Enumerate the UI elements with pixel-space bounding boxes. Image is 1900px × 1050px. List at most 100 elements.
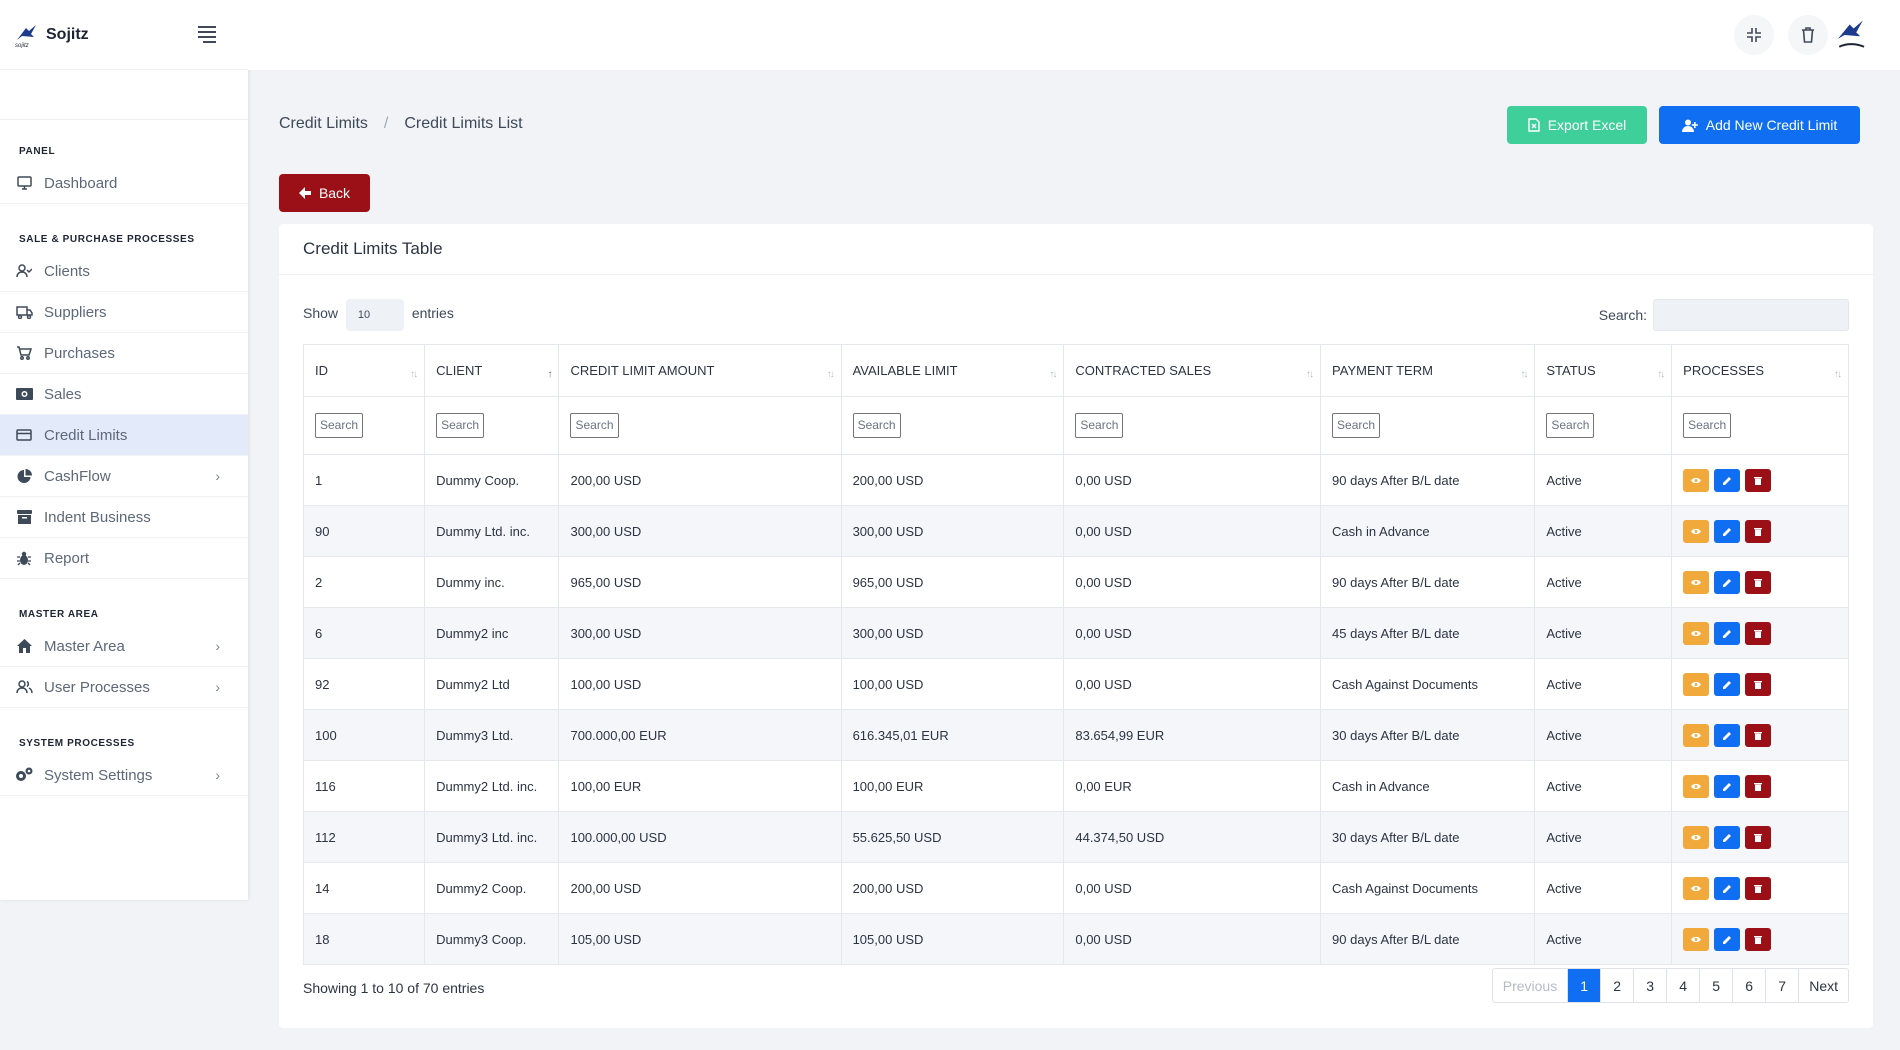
cell-status: Active [1534, 862, 1673, 914]
cell-id: 92 [302, 658, 426, 710]
delete-button[interactable] [1745, 825, 1772, 849]
sidebar-item-dashboard[interactable]: Dashboard [0, 163, 248, 204]
edit-button[interactable] [1714, 876, 1741, 900]
view-button[interactable] [1683, 825, 1710, 849]
column-search-input[interactable]: Search [1075, 413, 1124, 438]
cell-available-limit: 105,00 USD [840, 913, 1065, 965]
cell-processes [1671, 505, 1849, 557]
edit-button[interactable] [1714, 672, 1741, 696]
column-filter-cell: Search [302, 396, 426, 455]
row-actions [1683, 774, 1837, 798]
column-header-contracted-sales[interactable]: CONTRACTED SALES ↑↓ [1063, 344, 1322, 397]
delete-button[interactable] [1745, 672, 1772, 696]
edit-button[interactable] [1714, 927, 1741, 951]
view-button[interactable] [1683, 774, 1710, 798]
sidebar-item-purchases[interactable]: Purchases [0, 333, 248, 374]
column-search-input[interactable]: Search [1546, 413, 1595, 438]
delete-button[interactable] [1745, 723, 1772, 747]
menu-toggle-icon[interactable] [196, 24, 218, 45]
view-button[interactable] [1683, 876, 1710, 900]
delete-button[interactable] [1745, 519, 1772, 543]
money-icon [14, 384, 34, 404]
sidebar-spacer [0, 70, 248, 120]
clear-cache-button[interactable] [1788, 15, 1828, 55]
user-avatar[interactable] [1830, 14, 1872, 56]
column-header-credit-limit-amount[interactable]: CREDIT LIMIT AMOUNT ↑↓ [558, 344, 842, 397]
column-search-input[interactable]: Search [570, 413, 619, 438]
add-credit-limit-button[interactable]: Add New Credit Limit [1659, 106, 1860, 144]
edit-button[interactable] [1714, 774, 1741, 798]
page-5-button[interactable]: 5 [1699, 969, 1732, 1002]
delete-button[interactable] [1745, 876, 1772, 900]
view-button[interactable] [1683, 672, 1710, 696]
page-1-button[interactable]: 1 [1567, 969, 1601, 1002]
page-next-button[interactable]: Next [1798, 969, 1848, 1002]
delete-button[interactable] [1745, 774, 1772, 798]
cell-client: Dummy2 Coop. [424, 862, 560, 914]
eye-icon [1691, 936, 1702, 942]
cell-payment-term: Cash Against Documents [1320, 658, 1536, 710]
edit-button[interactable] [1714, 723, 1741, 747]
cell-status: Active [1534, 658, 1673, 710]
sidebar-item-report[interactable]: Report [0, 538, 248, 579]
edit-button[interactable] [1714, 570, 1741, 594]
column-header-processes[interactable]: PROCESSES ↑↓ [1671, 344, 1849, 397]
view-button[interactable] [1683, 723, 1710, 747]
edit-button[interactable] [1714, 825, 1741, 849]
sidebar-item-credit-limits[interactable]: Credit Limits [0, 415, 248, 456]
page-2-button[interactable]: 2 [1600, 969, 1633, 1002]
column-search-input[interactable]: Search [1683, 413, 1732, 438]
delete-button[interactable] [1745, 570, 1772, 594]
column-search-input[interactable]: Search [1332, 413, 1381, 438]
chevron-right-icon: › [215, 767, 220, 783]
breadcrumb-item-credit-limits[interactable]: Credit Limits [279, 115, 368, 133]
column-header-client[interactable]: CLIENT ↑ [424, 344, 560, 397]
sort-icon: ↑↓ [1657, 369, 1665, 380]
view-button[interactable] [1683, 621, 1710, 645]
trash-icon [1754, 731, 1763, 740]
edit-button[interactable] [1714, 468, 1741, 492]
sidebar-item-clients[interactable]: Clients [0, 251, 248, 292]
fullscreen-exit-button[interactable] [1734, 15, 1774, 55]
column-search-input[interactable]: Search [436, 413, 485, 438]
page-6-button[interactable]: 6 [1732, 969, 1765, 1002]
page-3-button[interactable]: 3 [1633, 969, 1666, 1002]
entries-length-select[interactable]: 10 [345, 299, 404, 331]
sidebar-section-title: PANEL [19, 146, 56, 157]
delete-button[interactable] [1745, 621, 1772, 645]
view-button[interactable] [1683, 927, 1710, 951]
search-label: Search: [1598, 307, 1647, 323]
edit-button[interactable] [1714, 519, 1741, 543]
sidebar-item-master-area[interactable]: Master Area › [0, 626, 248, 667]
view-button[interactable] [1683, 468, 1710, 492]
column-header-status[interactable]: STATUS ↑↓ [1534, 344, 1673, 397]
view-button[interactable] [1683, 519, 1710, 543]
page-7-button[interactable]: 7 [1765, 969, 1798, 1002]
column-search-input[interactable]: Search [852, 413, 901, 438]
column-header-available-limit[interactable]: AVAILABLE LIMIT ↑↓ [840, 344, 1065, 397]
cell-client: Dummy3 Ltd. [424, 709, 560, 761]
cell-id: 100 [302, 709, 426, 761]
cell-contracted-sales: 0,00 USD [1063, 454, 1322, 506]
cell-client: Dummy3 Coop. [424, 913, 560, 965]
edit-button[interactable] [1714, 621, 1741, 645]
column-header-payment-term[interactable]: PAYMENT TERM ↑↓ [1320, 344, 1536, 397]
column-search-input[interactable]: Search [315, 413, 364, 438]
export-excel-button[interactable]: Export Excel [1507, 106, 1647, 144]
back-button[interactable]: Back [279, 174, 370, 212]
view-button[interactable] [1683, 570, 1710, 594]
sidebar-item-suppliers[interactable]: Suppliers [0, 292, 248, 333]
delete-button[interactable] [1745, 468, 1772, 492]
sidebar-item-cashflow[interactable]: CashFlow › [0, 456, 248, 497]
sidebar-item-indent-business[interactable]: Indent Business [0, 497, 248, 538]
sidebar-item-system-settings[interactable]: System Settings › [0, 755, 248, 796]
search-input[interactable] [1653, 299, 1849, 331]
column-filter-cell: Search [1320, 396, 1536, 455]
brand-logo[interactable]: sojitz Sojitz [14, 22, 89, 48]
page-previous-button: Previous [1502, 977, 1558, 994]
sidebar-item-sales[interactable]: Sales [0, 374, 248, 415]
page-4-button[interactable]: 4 [1666, 969, 1699, 1002]
sidebar-item-user-processes[interactable]: User Processes › [0, 667, 248, 708]
delete-button[interactable] [1745, 927, 1772, 951]
column-header-id[interactable]: ID ↑↓ [302, 344, 426, 397]
